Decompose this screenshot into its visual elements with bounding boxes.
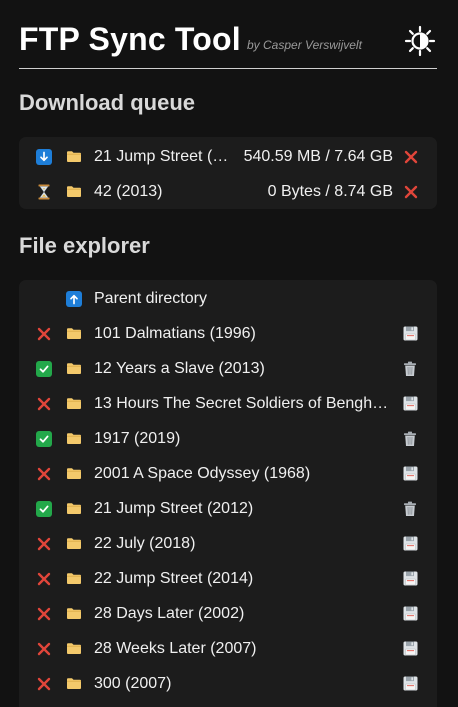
file-row-name: 28 Weeks Later (2007) (94, 640, 257, 657)
folder-icon (65, 491, 83, 526)
folder-icon (65, 456, 83, 491)
folder-icon (65, 351, 83, 386)
file-row-name: 300 (2007) (94, 675, 172, 692)
floppy-disk-icon (403, 536, 418, 551)
file-row[interactable]: 101 Dalmatians (1996) (19, 316, 437, 351)
theme-toggle-button[interactable] (403, 24, 437, 58)
app-byline: by Casper Verswijvelt (247, 38, 362, 52)
file-row-name: 22 July (2018) (94, 535, 196, 552)
delete-button[interactable] (401, 351, 419, 386)
download-queue-heading: Download queue (19, 90, 195, 115)
floppy-disk-icon (403, 466, 418, 481)
file-row[interactable]: 12 Years a Slave (2013) (19, 351, 437, 386)
save-button[interactable] (401, 596, 419, 631)
cross-icon (35, 631, 53, 666)
sun-moon-icon (404, 25, 436, 57)
cross-icon (35, 526, 53, 561)
folder-icon (65, 631, 83, 666)
file-row-name: 2001 A Space Odyssey (1968) (94, 465, 311, 482)
trash-icon (403, 501, 417, 517)
save-button[interactable] (401, 456, 419, 491)
file-row[interactable]: 28 Weeks Later (2007) (19, 631, 437, 666)
queue-item: 21 Jump Street (2012) 540.59 MB / 7.64 G… (19, 139, 437, 174)
floppy-disk-icon (403, 571, 418, 586)
file-row[interactable]: 28 Days Later (2002) (19, 596, 437, 631)
file-row[interactable]: 300 (2007) (19, 666, 437, 701)
file-row[interactable]: 1917 (2019) (19, 421, 437, 456)
check-icon (35, 491, 53, 526)
floppy-disk-icon (403, 606, 418, 621)
queue-item: 42 (2013) 0 Bytes / 8.74 GB (19, 174, 437, 209)
check-icon (35, 421, 53, 456)
cross-icon (35, 561, 53, 596)
queue-item-name: 42 (2013) (94, 183, 163, 200)
floppy-disk-icon (403, 396, 418, 411)
queue-item-progress: 540.59 MB / 7.64 GB (243, 148, 393, 165)
file-explorer-list: Parent directory 101 Dalmatians (1996) 12… (19, 280, 437, 707)
folder-icon (65, 386, 83, 421)
file-row[interactable]: 2001 A Space Odyssey (1968) (19, 456, 437, 491)
floppy-disk-icon (403, 641, 418, 656)
up-arrow-icon (65, 281, 83, 316)
file-explorer-heading: File explorer (19, 233, 150, 258)
cross-icon (35, 666, 53, 701)
file-row-name: 22 Jump Street (2014) (94, 570, 254, 587)
trash-icon (403, 431, 417, 447)
trash-icon (403, 361, 417, 377)
folder-icon (65, 421, 83, 456)
file-row[interactable]: 21 Jump Street (2012) (19, 491, 437, 526)
file-row-name: 1917 (2019) (94, 430, 181, 447)
folder-icon (65, 316, 83, 351)
file-row[interactable]: 13 Hours The Secret Soldiers of Benghazi… (19, 386, 437, 421)
folder-icon (65, 561, 83, 596)
file-row[interactable]: 22 Jump Street (2014) (19, 561, 437, 596)
folder-icon (65, 596, 83, 631)
download-arrow-icon (35, 139, 53, 174)
delete-button[interactable] (401, 491, 419, 526)
queue-item-progress: 0 Bytes / 8.74 GB (267, 183, 393, 200)
save-button[interactable] (401, 386, 419, 421)
delete-button[interactable] (401, 421, 419, 456)
file-row-name: 28 Days Later (2002) (94, 605, 245, 622)
hourglass-icon (35, 174, 53, 209)
folder-icon (65, 666, 83, 701)
cross-icon (35, 386, 53, 421)
app-root: FTP Sync Tool by Casper Verswijvelt Down… (0, 0, 458, 707)
floppy-disk-icon (403, 326, 418, 341)
file-row[interactable]: 22 July (2018) (19, 526, 437, 561)
file-row-name: 101 Dalmatians (1996) (94, 325, 256, 342)
parent-directory-label: Parent directory (94, 290, 207, 307)
cancel-download-button[interactable] (403, 139, 419, 174)
folder-icon (65, 174, 83, 209)
folder-icon (65, 526, 83, 561)
file-row-name: 13 Hours The Secret Soldiers of Benghazi… (94, 395, 390, 412)
save-button[interactable] (401, 526, 419, 561)
close-icon (404, 185, 418, 198)
app-title: FTP Sync Tool (19, 21, 241, 57)
file-row-name: 12 Years a Slave (2013) (94, 360, 265, 377)
cross-icon (35, 316, 53, 351)
save-button[interactable] (401, 316, 419, 351)
queue-item-name: 21 Jump Street (2012) (94, 148, 229, 165)
parent-directory-row[interactable]: Parent directory (19, 281, 437, 316)
cross-icon (35, 456, 53, 491)
close-icon (404, 150, 418, 163)
save-button[interactable] (401, 666, 419, 701)
file-row-name: 21 Jump Street (2012) (94, 500, 254, 517)
floppy-disk-icon (403, 676, 418, 691)
save-button[interactable] (401, 561, 419, 596)
check-icon (35, 351, 53, 386)
download-queue-list: 21 Jump Street (2012) 540.59 MB / 7.64 G… (19, 137, 437, 209)
cross-icon (35, 596, 53, 631)
header: FTP Sync Tool by Casper Verswijvelt (19, 0, 437, 69)
folder-icon (65, 139, 83, 174)
save-button[interactable] (401, 631, 419, 666)
cancel-download-button[interactable] (403, 174, 419, 209)
